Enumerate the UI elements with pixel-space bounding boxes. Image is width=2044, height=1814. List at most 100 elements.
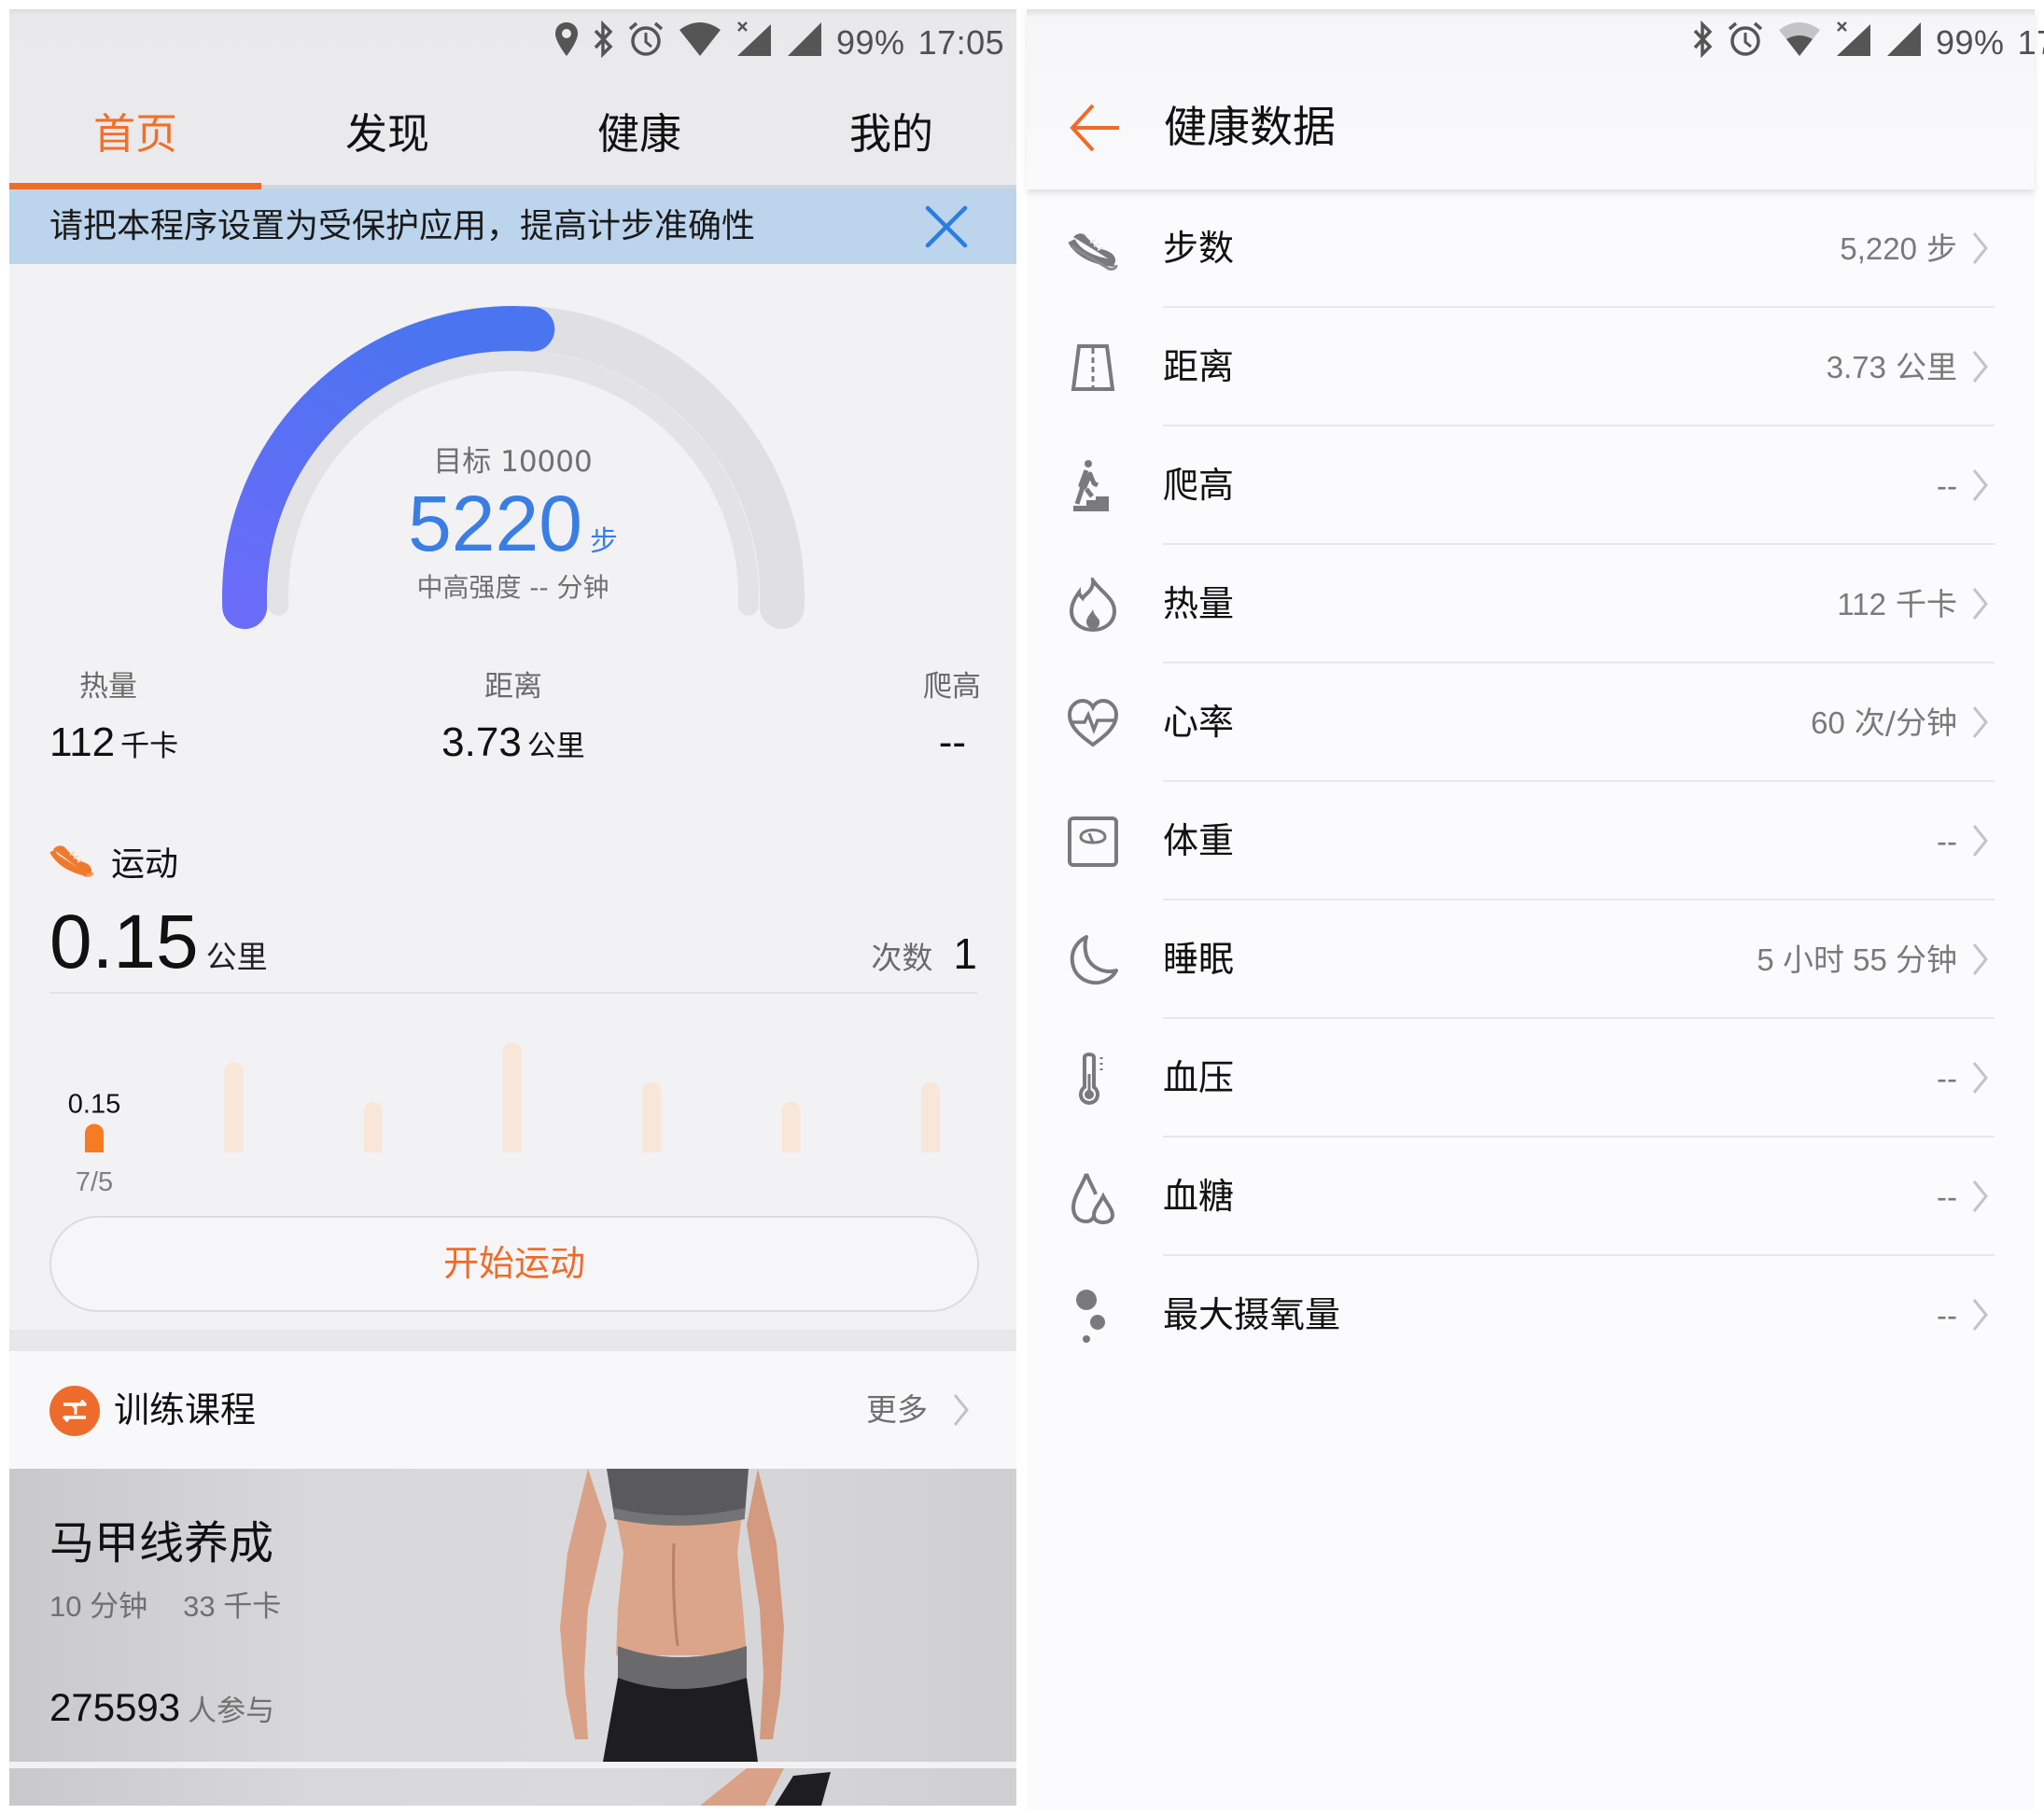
step-count-unit: 步 [589, 526, 618, 557]
health-item-label: 血压 [1163, 1057, 1235, 1098]
thermometer-icon [1066, 1052, 1120, 1106]
flame-icon [1066, 573, 1120, 633]
health-item-value: -- [1937, 426, 1957, 545]
status-bar: 99% 17:05 [554, 20, 1005, 66]
alarm-icon [627, 21, 665, 66]
health-item-label: 体重 [1163, 820, 1235, 861]
drops-icon [1066, 1170, 1120, 1225]
status-bar: 99% 17:06 [1691, 20, 2044, 66]
heart-rate-icon [1066, 696, 1120, 750]
chevron-right-icon [1971, 230, 1990, 270]
stat-calories[interactable]: 热量 112 千卡 [49, 663, 178, 766]
health-item-5[interactable]: 体重 -- [1027, 782, 2035, 900]
value-number: 3.73 [1826, 350, 1886, 384]
health-item-8[interactable]: 血糖 -- [1027, 1137, 2035, 1256]
course-card[interactable]: 马甲线养成 10 分钟 33 千卡 275593 人参与 [9, 1469, 1016, 1762]
stat-value: 112 千卡 [49, 719, 179, 765]
more-courses-link[interactable]: 更多 [866, 1351, 928, 1469]
moon-icon [1066, 933, 1120, 987]
intensity-minutes: 中高强度 -- 分钟 [416, 572, 609, 603]
wifi-icon [1777, 21, 1822, 66]
sport-header: 运动 [49, 838, 178, 885]
stat-climb[interactable]: 爬高 -- [923, 663, 981, 766]
sport-bar-chart: 0.15 7/5 [68, 1042, 940, 1197]
tab-me[interactable]: 我的 [765, 88, 1016, 181]
location-icon [554, 21, 579, 65]
health-item-0[interactable]: 步数 5,220 步 [1027, 189, 2035, 308]
health-item-4[interactable]: 心率 60 次/分钟 [1027, 663, 2035, 782]
chevron-right-icon [1971, 1297, 1990, 1336]
sport-count: 次数 1 [871, 929, 977, 978]
bar-placeholder [920, 1081, 940, 1152]
bar-value-label: 0.15 [68, 1089, 120, 1119]
tab-health[interactable]: 健康 [513, 88, 765, 181]
health-item-1[interactable]: 距离 3.73 公里 [1027, 308, 2035, 426]
bar-placeholder [224, 1062, 244, 1152]
stat-value: -- [938, 719, 966, 765]
course-duration: 10 分钟 [49, 1590, 148, 1623]
banner-message: 请把本程序设置为受保护应用，提高计步准确性 [49, 207, 756, 245]
health-item-2[interactable]: 爬高 -- [1027, 426, 2035, 545]
page-title: 健康数据 [1164, 102, 1336, 152]
battery-level: 99% [836, 23, 905, 62]
home-screen: 99% 17:05 首页 发现 健康 我的 请把本程序设置为受保护应用，提高计步… [9, 9, 1016, 1806]
step-count-value: 5220 [408, 480, 582, 567]
chevron-right-icon [1971, 1179, 1990, 1218]
chevron-right-icon[interactable] [952, 1392, 971, 1431]
chevron-right-icon [1971, 705, 1990, 744]
chevron-right-icon [1971, 942, 1990, 981]
value-number: -- [1937, 824, 1957, 858]
value-number: -- [1937, 1061, 1957, 1095]
course-meta: 10 分钟 33 千卡 [49, 1583, 316, 1625]
health-item-label: 热量 [1163, 583, 1235, 624]
value-number: 60 [1811, 705, 1845, 740]
chevron-right-icon [1971, 467, 1990, 507]
start-workout-button[interactable]: 开始运动 [49, 1216, 979, 1312]
health-item-value: 60 次/分钟 [1811, 663, 1957, 782]
stat-label: 热量 [79, 670, 137, 704]
active-tab-indicator [9, 183, 261, 189]
training-courses-header: 训练课程 更多 [9, 1351, 1016, 1469]
bar-placeholder [781, 1101, 801, 1152]
health-item-value: 5 小时 55 分钟 [1757, 900, 1957, 1019]
battery-level: 99% [1936, 23, 2005, 62]
health-item-value: 3.73 公里 [1827, 308, 1957, 426]
health-item-7[interactable]: 血压 -- [1027, 1019, 2035, 1137]
bluetooth-icon [1691, 20, 1714, 66]
signal-icon [1885, 21, 1923, 66]
health-item-6[interactable]: 睡眠 5 小时 55 分钟 [1027, 900, 2035, 1019]
step-goal: 目标 10000 [433, 445, 593, 479]
clock: 17:05 [917, 23, 1005, 62]
course-card-next[interactable] [9, 1768, 1016, 1806]
health-item-value: -- [1937, 1256, 1957, 1374]
chevron-right-icon [1971, 349, 1990, 388]
value-number: 112 [1837, 587, 1886, 621]
chevron-right-icon [1971, 586, 1990, 625]
health-item-value: 112 千卡 [1837, 545, 1957, 663]
close-icon[interactable] [922, 202, 971, 251]
bar-active [85, 1123, 104, 1152]
stat-label: 爬高 [923, 670, 981, 704]
training-courses-title: 训练课程 [114, 1389, 257, 1430]
section-separator [9, 1330, 1016, 1351]
step-gauge[interactable]: 目标 10000 5220 步 中高强度 -- 分钟 [9, 264, 1016, 656]
stat-distance[interactable]: 距离 3.73 公里 [308, 663, 719, 766]
value-unit: 公里 [1896, 349, 1957, 385]
stat-label: 距离 [484, 670, 542, 704]
tab-home[interactable]: 首页 [9, 88, 261, 181]
back-arrow-icon[interactable] [1069, 103, 1121, 153]
alarm-icon [1727, 21, 1764, 66]
value-unit: 次/分钟 [1854, 705, 1957, 741]
health-item-label: 步数 [1163, 228, 1235, 269]
protected-app-banner: 请把本程序设置为受保护应用，提高计步准确性 [9, 189, 1016, 264]
signal-no-sim-icon [1835, 21, 1872, 66]
health-item-3[interactable]: 热量 112 千卡 [1027, 545, 2035, 663]
course-calories: 33 千卡 [183, 1590, 282, 1623]
course-image-figure [700, 1768, 831, 1806]
course-image-figure [513, 1469, 831, 1762]
health-item-9[interactable]: 最大摄氧量 -- [1027, 1256, 2035, 1374]
health-item-label: 爬高 [1163, 465, 1235, 506]
tab-discover[interactable]: 发现 [261, 88, 513, 181]
health-item-value: 5,220 步 [1840, 189, 1957, 308]
bluetooth-icon [592, 20, 614, 66]
